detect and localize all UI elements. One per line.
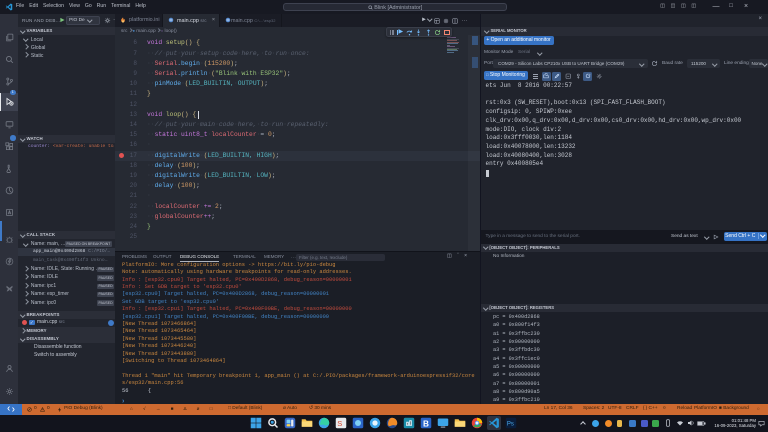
svg-text:Ps: Ps bbox=[507, 422, 514, 428]
svg-text:B: B bbox=[423, 419, 429, 428]
svg-text:S: S bbox=[337, 419, 342, 428]
